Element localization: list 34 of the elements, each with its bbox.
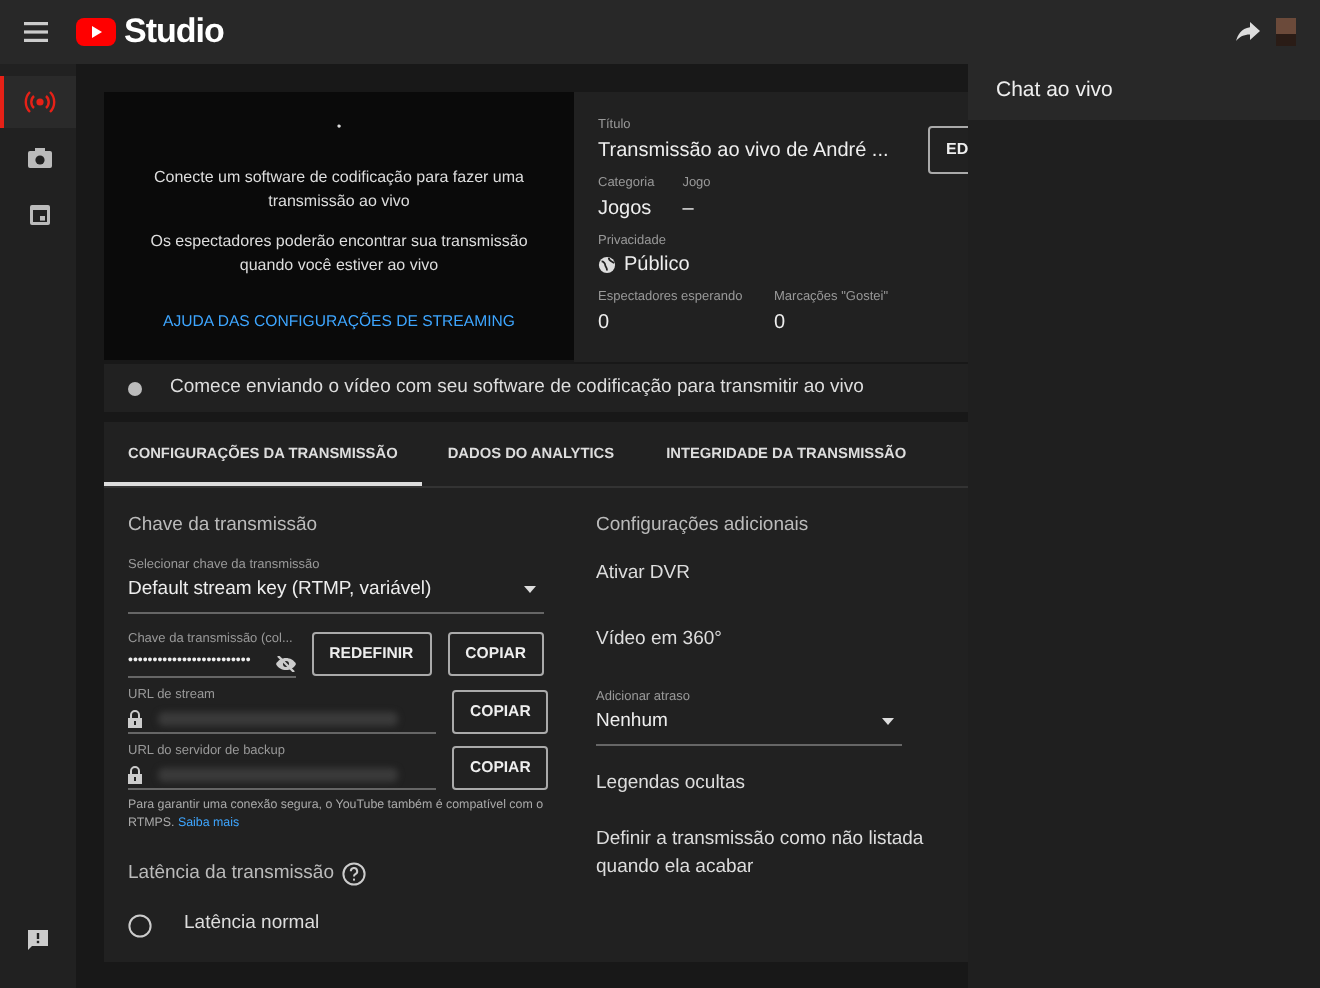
waiting-count: 0: [598, 310, 612, 338]
likes-count: 0: [774, 310, 788, 338]
help-icon[interactable]: [341, 862, 366, 887]
delay-select[interactable]: Nenhum: [596, 707, 902, 746]
hidden-eye-icon[interactable]: [275, 655, 296, 672]
radio-button[interactable]: [128, 913, 152, 938]
logo-text[interactable]: Studio: [124, 6, 224, 58]
section-heading: Latência da transmissão: [128, 860, 334, 889]
preview-message: Conecte um software de codificação para fazer uma transmissão ao vivo: [152, 165, 526, 214]
key-select[interactable]: Default stream key (RTMP, variável): [128, 576, 544, 615]
dropdown-caret-icon: [524, 586, 536, 595]
status-text: Comece enviando o vídeo com seu software de codificação para transmitir ao vivo: [170, 373, 864, 402]
dropdown-caret-icon: [882, 717, 894, 726]
section-heading: Configurações adicionais: [596, 512, 811, 541]
status-dot-icon: [128, 381, 142, 395]
setting-label: Vídeo em 360°: [596, 625, 724, 654]
menu-icon[interactable]: [24, 22, 48, 42]
stream-title: Transmissão ao vivo de André ...: [598, 137, 889, 166]
play-logo-icon: [76, 18, 116, 46]
setting-label: Legendas ocultas: [596, 769, 747, 798]
radio-label: Latência normal: [184, 910, 320, 939]
preview-message: Os espectadores poderão encontrar sua transmissão quando você estiver ao vivo: [148, 229, 530, 278]
privacy-value: Público: [624, 252, 690, 281]
lock-icon: [128, 709, 142, 728]
share-icon[interactable]: [1236, 22, 1260, 42]
lock-icon: [128, 765, 142, 784]
setting-label: Definir a transmissão como não listada quando ela acabar: [596, 826, 926, 883]
globe-icon: [598, 256, 616, 275]
setting-label: Ativar DVR: [596, 560, 692, 589]
section-heading: Chave da transmissão: [128, 512, 320, 541]
category-value: Jogos: [598, 195, 654, 223]
chat-title: Chat ao vivo: [996, 76, 1113, 107]
game-value: –: [682, 195, 696, 223]
feedback-icon[interactable]: [26, 927, 50, 952]
